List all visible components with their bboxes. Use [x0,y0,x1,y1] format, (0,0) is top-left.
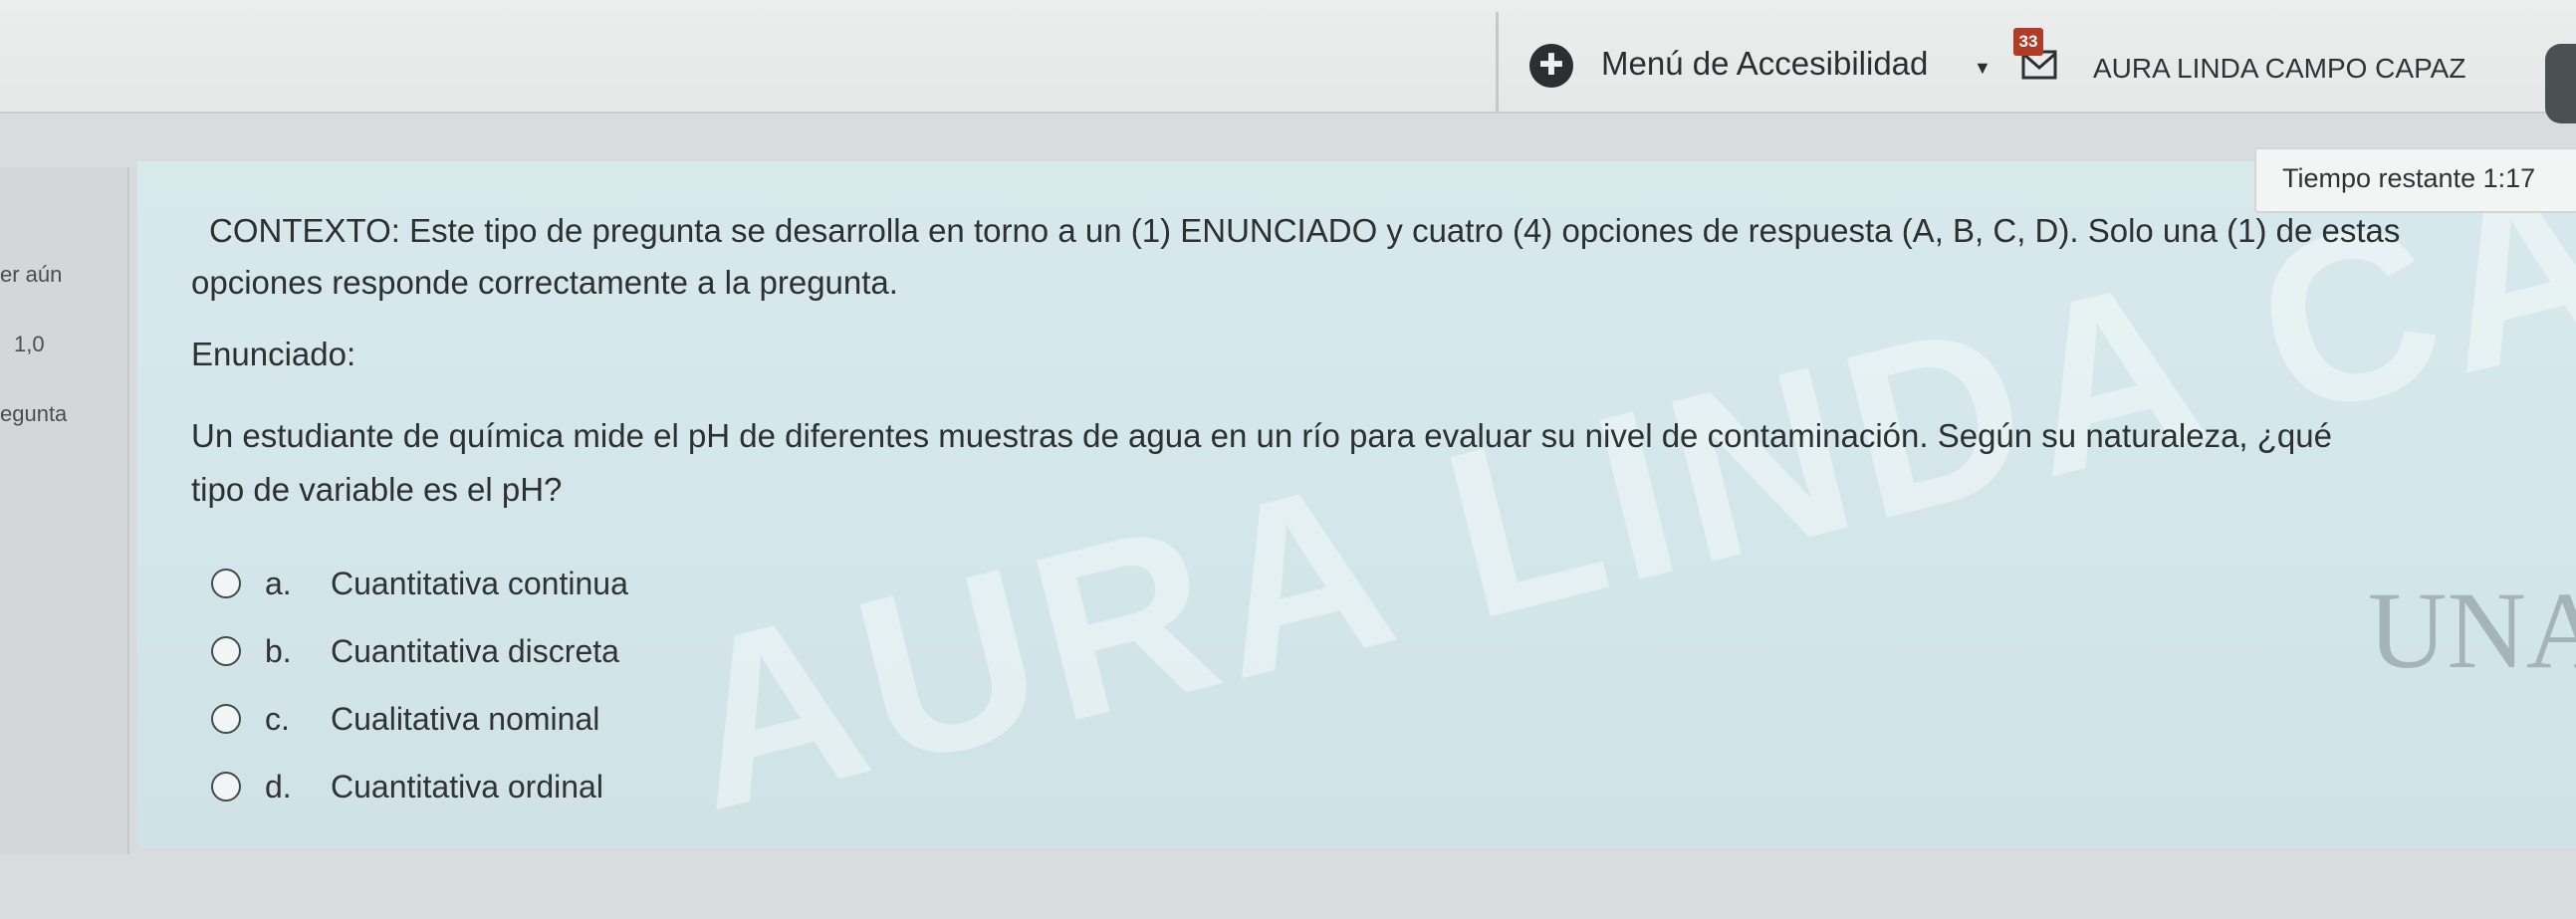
answer-option-d[interactable]: d. Cuantitativa ordinal [211,767,603,806]
time-remaining-box: Tiempo restante 1:17 [2254,147,2576,213]
answer-option-c[interactable]: c. Cualitativa nominal [211,699,599,739]
university-logo: UNAD [2360,528,2576,777]
answer-radio[interactable] [211,772,241,802]
accessibility-menu-label[interactable]: Menú de Accesibilidad [1601,45,1928,83]
option-letter: c. [265,700,290,737]
question-grade: 1,0 [14,332,45,356]
chevron-down-icon[interactable]: ▼ [1974,58,1991,79]
context-line-1: CONTEXTO: Este tipo de pregunta se desar… [209,212,2401,249]
statement-label: Enunciado: [191,336,356,372]
answer-option-b[interactable]: b. Cuantitativa discreta [211,631,619,671]
option-text[interactable]: Cuantitativa continua [331,566,628,602]
option-letter: a. [265,565,292,601]
time-remaining-label: Tiempo restante 1:17 [2282,163,2536,193]
accessibility-icon[interactable]: ✚ [1529,44,1573,88]
question-label: egunta [0,401,68,426]
question-navigation-strip: er aún 1,0 egunta [0,167,129,854]
option-text[interactable]: Cualitativa nominal [331,701,599,738]
logo-text: UNAD [2368,570,2576,691]
statement-line-1: Un estudiante de química mide el pH de d… [191,417,2332,454]
context-line-2: opciones responde correctamente a la pre… [191,264,898,301]
top-navbar: ✚ Menú de Accesibilidad ▼ 33 AURA LINDA … [0,0,2576,123]
option-letter: b. [265,632,292,669]
user-name[interactable]: AURA LINDA CAMPO CAPAZ [2093,53,2465,85]
answer-radio[interactable] [211,569,241,598]
question-status: er aún [0,262,63,287]
option-text[interactable]: Cuantitativa discreta [331,633,619,670]
answer-option-a[interactable]: a. Cuantitativa continua [211,564,628,603]
statement-line-2: tipo de variable es el pH? [191,471,563,508]
option-letter: d. [265,768,292,804]
notification-count-badge[interactable]: 33 [2013,28,2043,56]
answer-radio[interactable] [211,704,241,734]
avatar[interactable] [2545,44,2576,123]
navbar-divider [1496,12,1499,112]
answer-radio[interactable] [211,636,241,666]
option-text[interactable]: Cuantitativa ordinal [331,769,603,805]
